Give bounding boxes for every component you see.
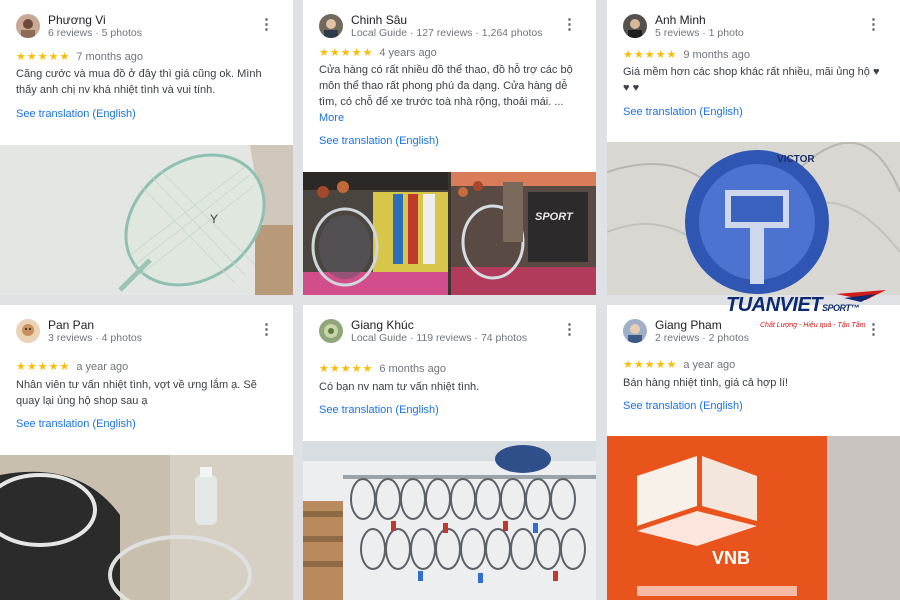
tuanviet-sport-logo: TUANVIETSPORT™ Chất Lượng - Hiệu quả - T… [726, 288, 898, 336]
reviewer-meta: 3 reviews · 4 photos [48, 332, 142, 344]
svg-text:Y: Y [210, 212, 218, 226]
avatar[interactable] [319, 319, 343, 343]
reviewer-meta: Local Guide · 127 reviews · 1,264 photos [351, 27, 543, 39]
review-photo[interactable] [0, 455, 293, 600]
see-translation-link[interactable]: See translation (English) [319, 404, 439, 416]
review-photo[interactable]: VNB [607, 436, 900, 600]
review-time: a year ago [683, 359, 736, 371]
review-header: Pan Pan 3 reviews · 4 photos ⋮ [16, 317, 283, 347]
rating-row: ★★★★★ a year ago [623, 358, 735, 371]
more-link[interactable]: More [319, 112, 344, 124]
more-vert-icon[interactable]: ⋮ [562, 16, 577, 34]
reviewer-name[interactable]: Giang Khúc [351, 318, 414, 332]
avatar[interactable] [623, 14, 647, 38]
sport-sign-text: SPORT [535, 211, 574, 223]
review-photo-left [303, 172, 448, 295]
rating-row: ★★★★★ 9 months ago [623, 48, 750, 61]
review-card-chinh-sau: Chinh Sâu Local Guide · 127 reviews · 1,… [303, 0, 596, 295]
review-text-body: Căng cước và mua đồ ở đây thì giá cũng o… [16, 68, 262, 96]
review-time: a year ago [76, 361, 129, 373]
review-text: Giá mềm hơn các shop khác rất nhiều, mãi… [623, 64, 888, 96]
rating-row: ★★★★★ 7 months ago [16, 50, 143, 63]
review-card-phuong-vi: Phương Vi 6 reviews · 5 photos ⋮ ★★★★★ 7 … [0, 0, 293, 295]
star-rating: ★★★★★ [16, 51, 71, 63]
review-photo-right: SPORT [451, 172, 596, 295]
avatar[interactable] [319, 14, 343, 38]
review-time: 7 months ago [76, 51, 143, 63]
review-card-pan-pan: Pan Pan 3 reviews · 4 photos ⋮ ★★★★★ a ye… [0, 305, 293, 600]
svg-text:VICTOR: VICTOR [777, 154, 815, 165]
review-header: Chinh Sâu Local Guide · 127 reviews · 1,… [319, 12, 586, 42]
more-vert-icon[interactable]: ⋮ [259, 16, 274, 34]
reviewer-meta: Local Guide · 119 reviews · 74 photos [351, 332, 528, 344]
avatar[interactable] [623, 319, 647, 343]
more-vert-icon[interactable]: ⋮ [562, 321, 577, 339]
review-time: 9 months ago [683, 49, 750, 61]
star-rating: ★★★★★ [623, 359, 678, 371]
star-rating: ★★★★★ [623, 49, 678, 61]
review-header: Giang Khúc Local Guide · 119 reviews · 7… [319, 317, 586, 347]
review-text-body: Có bạn nv nam tư vấn nhiệt tình. [319, 381, 480, 393]
review-text-body: Cửa hàng có rất nhiều đồ thể thao, đồ hỗ… [319, 64, 573, 108]
rating-row: ★★★★★ a year ago [16, 360, 128, 373]
reviewer-name[interactable]: Phương Vi [48, 13, 106, 27]
review-header: Anh Minh 5 reviews · 1 photo ⋮ [623, 12, 890, 42]
review-text: Căng cước và mua đồ ở đây thì giá cũng o… [16, 66, 281, 98]
reviewer-name[interactable]: Chinh Sâu [351, 13, 407, 27]
review-text-body: Giá mềm hơn các shop khác rất nhiều, mãi… [623, 66, 880, 94]
avatar[interactable] [16, 319, 40, 343]
review-photo[interactable]: VICTOR [607, 142, 900, 295]
see-translation-link[interactable]: See translation (English) [623, 400, 743, 412]
review-time: 4 years ago [379, 47, 437, 59]
vnb-sign-text: VNB [712, 548, 750, 568]
see-translation-link[interactable]: See translation (English) [319, 135, 439, 147]
star-rating: ★★★★★ [16, 361, 71, 373]
see-translation-link[interactable]: See translation (English) [16, 108, 136, 120]
review-text: Nhân viên tư vấn nhiệt tình, vợt về ưng … [16, 377, 281, 409]
logo-sport-text: SPORT™ [822, 303, 859, 313]
reviewer-name[interactable]: Anh Minh [655, 13, 706, 27]
review-text: Bán hàng nhiệt tình, giá cả hợp lí! [623, 375, 888, 391]
rating-row: ★★★★★ 6 months ago [319, 362, 446, 375]
logo-wordmark: TUANVIETSPORT™ [726, 294, 859, 317]
reviewer-name[interactable]: Pan Pan [48, 318, 94, 332]
logo-tagline: Chất Lượng - Hiệu quả - Tận Tâm [760, 322, 866, 329]
reviewer-name[interactable]: Giang Pham [655, 318, 722, 332]
more-vert-icon[interactable]: ⋮ [866, 16, 881, 34]
review-text: Có bạn nv nam tư vấn nhiệt tình. [319, 379, 584, 395]
reviewer-meta: 5 reviews · 1 photo [655, 27, 744, 39]
review-photo[interactable] [303, 441, 596, 600]
rating-row: ★★★★★ 4 years ago [319, 46, 437, 59]
review-photo[interactable]: Y [0, 145, 293, 295]
review-text-body: Nhân viên tư vấn nhiệt tình, vợt về ưng … [16, 379, 257, 407]
star-rating: ★★★★★ [319, 363, 374, 375]
avatar[interactable] [16, 14, 40, 38]
review-card-giang-khuc: Giang Khúc Local Guide · 119 reviews · 7… [303, 305, 596, 600]
review-text-body: Bán hàng nhiệt tình, giá cả hợp lí! [623, 377, 788, 389]
review-photo-grid: SPORT [303, 172, 596, 295]
see-translation-link[interactable]: See translation (English) [623, 106, 743, 118]
review-time: 6 months ago [379, 363, 446, 375]
review-card-anh-minh: Anh Minh 5 reviews · 1 photo ⋮ ★★★★★ 9 mo… [607, 0, 900, 295]
review-header: Phương Vi 6 reviews · 5 photos ⋮ [16, 12, 283, 42]
review-text: Cửa hàng có rất nhiều đồ thể thao, đồ hỗ… [319, 62, 584, 126]
see-translation-link[interactable]: See translation (English) [16, 418, 136, 430]
star-rating: ★★★★★ [319, 47, 374, 59]
reviewer-meta: 6 reviews · 5 photos [48, 27, 142, 39]
review-card-giang-pham: Giang Pham 2 reviews · 2 photos ⋮ ★★★★★ a… [607, 305, 900, 600]
more-vert-icon[interactable]: ⋮ [259, 321, 274, 339]
logo-main-text: TUANVIET [726, 294, 823, 316]
